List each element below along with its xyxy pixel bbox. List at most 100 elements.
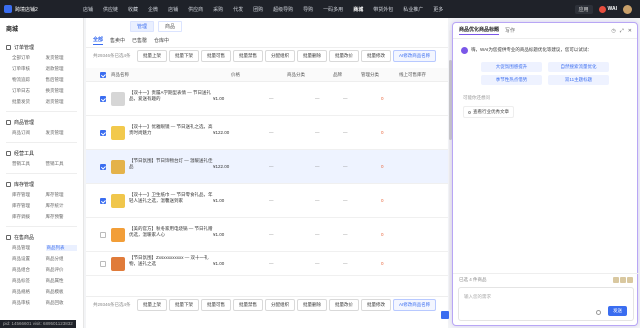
batch-edit-button[interactable]: 批量修改: [361, 298, 391, 311]
col-name[interactable]: 商品名称: [111, 72, 231, 78]
product-name[interactable]: 【双十一】优雅眼镜 — 节日送礼之选，高贵时尚魅力: [129, 124, 213, 142]
sidebar-group-header[interactable]: 经营工具: [0, 147, 83, 160]
row-checkbox[interactable]: [100, 231, 106, 238]
sidebar-item[interactable]: 库存统计: [46, 203, 78, 209]
nav-item[interactable]: 供应商: [183, 6, 208, 13]
nav-item[interactable]: 团购: [248, 6, 268, 13]
sidebar-group-header[interactable]: 库存管理: [0, 178, 83, 191]
sidebar-item[interactable]: 发货管理: [46, 130, 78, 136]
nav-item[interactable]: 私业推广: [398, 6, 428, 13]
batch-ban-button[interactable]: 批量禁售: [233, 50, 263, 62]
close-icon[interactable]: ✕: [628, 28, 632, 34]
sidebar-item[interactable]: 退货管理: [46, 99, 78, 105]
sidebar-group-header[interactable]: 在售商品: [0, 231, 83, 244]
sidebar-item[interactable]: 换货管理: [46, 88, 78, 94]
ask-suggestion[interactable]: 查看行业优秀文章: [463, 106, 514, 118]
apps-button[interactable]: 应用: [574, 4, 593, 14]
wai-button[interactable]: WAI: [598, 5, 617, 13]
sidebar-item[interactable]: 商品管理: [12, 245, 44, 251]
sidebar-item[interactable]: 库存调拨: [12, 214, 44, 220]
sidebar-item[interactable]: 商品评价: [46, 267, 78, 273]
table-row[interactable]: 【美的官方】秋冬家用电烧锅 — 节日礼赠优选，温暖家人心 ¥1.00 — — —…: [86, 218, 448, 252]
attach-icon[interactable]: [596, 310, 601, 315]
row-checkbox[interactable]: [100, 163, 106, 170]
batch-delist-button[interactable]: 批量下架: [169, 298, 199, 311]
tab-manage[interactable]: 管理: [130, 20, 155, 32]
sidebar-item[interactable]: 商品设置: [12, 256, 44, 262]
col-category[interactable]: 商品分类: [287, 72, 333, 78]
table-row[interactable]: 【双十一】贵履A学期型表情 — 节日送礼品，爱送有趣的 ¥1.00 — — — …: [86, 82, 448, 116]
nav-item[interactable]: 收藏: [123, 6, 143, 13]
product-name[interactable]: 【美的官方】秋冬家用电烧锅 — 节日礼赠优选，温暖家人心: [129, 226, 213, 244]
tab-sold-out[interactable]: 已售罄: [132, 37, 147, 44]
batch-delete-button[interactable]: 批量删除: [297, 298, 327, 311]
nav-item[interactable]: 采购: [208, 6, 228, 13]
user-avatar[interactable]: [623, 4, 632, 14]
batch-edit-button[interactable]: 批量修改: [361, 50, 391, 62]
sidebar-item[interactable]: 物流追踪: [12, 77, 44, 83]
nav-item[interactable]: 供应链: [98, 6, 123, 13]
pagination-current[interactable]: [441, 311, 449, 319]
sidebar-item[interactable]: 商品回收: [46, 300, 78, 306]
ai-rename-button[interactable]: AI修改商品名称: [393, 50, 437, 62]
batch-price-button[interactable]: 批量改价: [329, 298, 359, 311]
batch-ban-button[interactable]: 批量禁售: [233, 298, 263, 311]
nav-item-more[interactable]: 更多: [428, 6, 448, 13]
nav-item[interactable]: 代发: [228, 6, 248, 13]
tab-on-sale[interactable]: 售卖中: [110, 37, 125, 44]
batch-delete-button[interactable]: 批量删除: [297, 50, 327, 62]
chat-input[interactable]: [459, 288, 619, 305]
sidebar-group-header[interactable]: 订单管理: [0, 41, 83, 54]
sidebar-item[interactable]: 商品订阅: [12, 130, 44, 136]
batch-list-button[interactable]: 批量上架: [137, 50, 167, 62]
suggestion-chip[interactable]: 自然搜索流量优化: [548, 62, 609, 72]
sidebar-item[interactable]: 营销工具: [12, 161, 44, 167]
suggestion-chip[interactable]: 双11主题标题: [548, 75, 609, 85]
batch-sellable-button[interactable]: 批量可售: [201, 298, 231, 311]
sidebar-item[interactable]: 商品模板: [46, 289, 78, 295]
sidebar-item[interactable]: 全部订单: [12, 55, 44, 61]
sidebar-item[interactable]: 订单审核: [12, 66, 44, 72]
send-button[interactable]: 发送: [608, 306, 627, 316]
tab-writing[interactable]: 写作: [505, 27, 515, 34]
expand-icon[interactable]: ⤢: [620, 28, 624, 34]
row-checkbox[interactable]: [100, 197, 106, 204]
sidebar-item[interactable]: 批量发货: [12, 99, 44, 105]
tab-title-optimize[interactable]: 商品优化商品标题: [459, 26, 500, 35]
ai-rename-button[interactable]: AI修改商品名称: [393, 298, 437, 311]
table-row[interactable]: 【节日氛围】Zxsxxxxxxxxx — 双十一礼物，送礼之选 ¥1.00 — …: [86, 252, 448, 276]
suggestion-chip[interactable]: 大促氛围感提升: [481, 62, 542, 72]
nav-item[interactable]: 导购: [298, 6, 318, 13]
batch-list-button[interactable]: 批量上架: [137, 298, 167, 311]
sidebar-item[interactable]: 商品分组: [46, 256, 78, 262]
sidebar-group-header[interactable]: 商品管理: [0, 116, 83, 129]
sidebar-item[interactable]: 发货管理: [46, 55, 78, 61]
sidebar-item[interactable]: 商品属性: [46, 278, 78, 284]
col-price[interactable]: 价格: [231, 72, 287, 78]
suggestion-chip[interactable]: 季节性热点借势: [481, 75, 542, 85]
nav-item[interactable]: 超级导购: [268, 6, 298, 13]
nav-item-active[interactable]: 商城: [348, 6, 368, 13]
col-stock[interactable]: 线上可售库存: [399, 72, 439, 78]
batch-sellable-button[interactable]: 批量可售: [201, 50, 231, 62]
sidebar-item[interactable]: 商品标签: [12, 278, 44, 284]
row-checkbox[interactable]: [100, 260, 106, 267]
sidebar-item[interactable]: 库存管理: [12, 203, 44, 209]
col-mgmt-category[interactable]: 管理分类: [361, 72, 399, 78]
sidebar-item[interactable]: 商品组合: [12, 267, 44, 273]
sidebar-item[interactable]: 库存管理: [46, 192, 78, 198]
nav-item[interactable]: 一码多用: [318, 6, 348, 13]
batch-price-button[interactable]: 批量改价: [329, 50, 359, 62]
assign-org-button[interactable]: 分配组织: [265, 50, 295, 62]
sidebar-item[interactable]: 退款管理: [46, 66, 78, 72]
sidebar-item[interactable]: 商品规格: [12, 289, 44, 295]
sidebar-item[interactable]: 订单日志: [12, 88, 44, 94]
sidebar-item[interactable]: 售后管理: [46, 77, 78, 83]
tab-warehouse[interactable]: 仓库中: [154, 37, 169, 44]
product-name[interactable]: 【节日氛围】节日饰物台灯 — 温暖送礼佳品: [129, 158, 213, 176]
nav-item[interactable]: 店铺: [163, 6, 183, 13]
col-brand[interactable]: 品牌: [333, 72, 361, 78]
assign-org-button[interactable]: 分配组织: [265, 298, 295, 311]
nav-item[interactable]: 店铺: [78, 6, 98, 13]
table-row-highlighted[interactable]: 【节日氛围】节日饰物台灯 — 温暖送礼佳品 ¥122.00 — — — 0: [86, 150, 448, 184]
